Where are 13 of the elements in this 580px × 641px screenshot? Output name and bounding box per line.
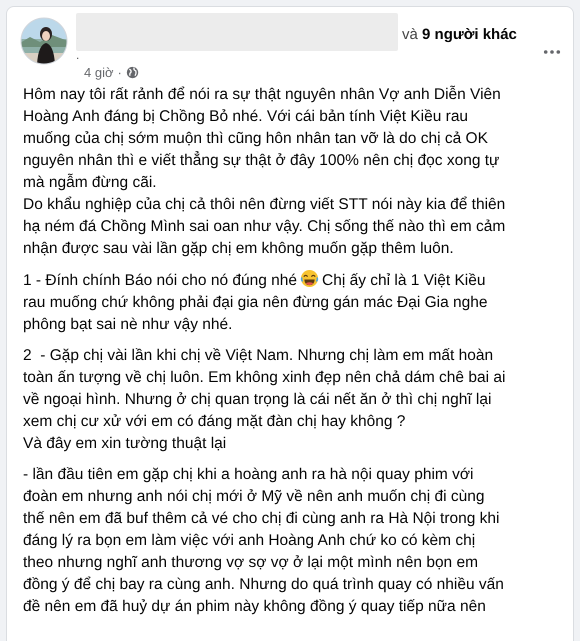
- name-dot: .: [76, 51, 80, 59]
- globe-icon: [126, 66, 139, 79]
- post-paragraph: 2 - Gặp chị vài lần khi chị về Việt Nam. Nhưng chị làm em mất hoàn toàn ấn tượng về chị luôn. Em không xinh đẹp nên chả dám chê bai ai về ngoại hình. Nhưng ở chị quan trọng là cái nết ăn ở thì chị nghĩ lại xem chị cư xử với em có đáng mặt đàn chị hay không ? Và đây em xin tường thuật lại: [23, 346, 506, 454]
- post-paragraph: - lần đầu tiên em gặp chị khi a hoàng anh ra hà nội quay phim với đoàn em nhưng anh nói chị mới ở Mỹ về nên anh muốn chị đi cùng thế nên em đã buf thêm cả vé cho chị đi cùng anh ra Hà Nội trong khi đáng lý ra bọn em làm việc với anh Hoàng Anh chứ ko có kèm chị theo nhưng nghĩ anh thương vợ sợ vợ ở lại một mình nên bọn em đồng ý để chị bay ra cùng anh. Nhưng do quá trình quay có nhiều vấn đề nên em đã huỷ dự án phim này không đồng ý quay tiếp nữa nên: [23, 465, 505, 617]
- more-options-icon[interactable]: [543, 49, 561, 55]
- post-paragraph: rau muống chứ không phải đại gia nên đừng gán mác Đại Gia nghe phông bạt sai nè như vậy nhé.: [23, 293, 488, 335]
- separator: ·: [118, 65, 122, 80]
- post-paragraph: Hôm nay tôi rất rảnh để nói ra sự thật nguyên nhân Vợ anh Diễn Viên Hoàng Anh đáng bị Chồng Bỏ nhé. Với cái bản tính Việt Kiều rau muống của chị sớm muộn thì cũng hôn nhân tan vỡ là do chị cả OK nguyên nhân thì e viết thẳng sự thật ở đây 100% nên chị đọc xong tự mà ngẫm đừng cãi. Do khẩu nghiệp của chị cả thôi nên đừng viết STT nói này kia để thiên hạ ném đá Chồng Mình sai oan như vậy. Chị sống thế nào thì em cảm nhận được sau vài lần gặp chị em không muốn gặp thêm luôn.: [23, 84, 506, 259]
- post-time[interactable]: 4 giờ: [84, 65, 114, 80]
- post-paragraph: Chị ấy chỉ là 1 Việt Kiều: [322, 272, 486, 289]
- laughing-emoji-icon: [300, 269, 320, 288]
- tagged-text: và 9 người khác: [402, 26, 517, 42]
- post-paragraph: 1 - Đính chính Báo nói cho nó đúng nhé: [23, 272, 298, 289]
